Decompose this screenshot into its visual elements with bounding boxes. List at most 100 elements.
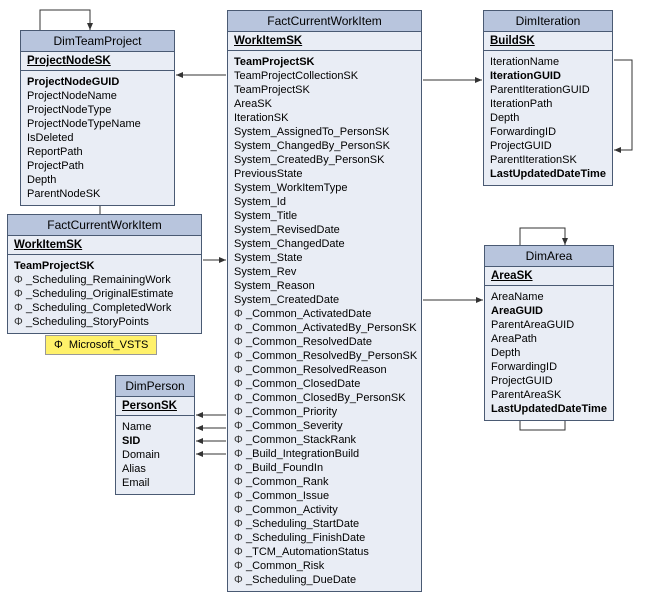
field-name: _Common_ResolvedBy_PersonSK bbox=[246, 350, 417, 362]
field-name: _Scheduling_RemainingWork bbox=[26, 274, 171, 286]
field-name: ForwardingID bbox=[491, 361, 557, 373]
field-name: _Common_Severity bbox=[246, 420, 343, 432]
field: Φ_Common_ActivatedBy_PersonSK bbox=[234, 321, 415, 335]
field-name: _Scheduling_DueDate bbox=[246, 574, 356, 586]
phi-icon: Φ bbox=[234, 517, 246, 531]
field-name: System_WorkItemType bbox=[234, 182, 348, 194]
field: IterationName bbox=[490, 55, 606, 69]
field: AreaSK bbox=[234, 97, 415, 111]
phi-icon: Φ bbox=[234, 377, 246, 391]
field-name: AreaGUID bbox=[491, 305, 543, 317]
phi-icon: Φ bbox=[234, 433, 246, 447]
phi-icon: Φ bbox=[234, 489, 246, 503]
field: System_ChangedBy_PersonSK bbox=[234, 139, 415, 153]
entity-pk: WorkItemSK bbox=[8, 236, 201, 255]
entity-fact-current-workitem-small: FactCurrentWorkItem WorkItemSK TeamProje… bbox=[7, 214, 202, 334]
field-name: _Common_ActivatedDate bbox=[246, 308, 371, 320]
field: Depth bbox=[491, 346, 607, 360]
field: Φ_Build_IntegrationBuild bbox=[234, 447, 415, 461]
field: Φ_Common_Risk bbox=[234, 559, 415, 573]
field-name: AreaSK bbox=[234, 98, 272, 110]
field-name: IterationPath bbox=[490, 98, 552, 110]
field: Φ_Common_ResolvedBy_PersonSK bbox=[234, 349, 415, 363]
field-name: ProjectNodeTypeName bbox=[27, 118, 141, 130]
field-name: _Build_FoundIn bbox=[246, 462, 323, 474]
field-name: IterationSK bbox=[234, 112, 288, 124]
entity-dim-iteration: DimIteration BuildSK IterationNameIterat… bbox=[483, 10, 613, 186]
field: IterationGUID bbox=[490, 69, 606, 83]
field: ProjectNodeName bbox=[27, 89, 168, 103]
entity-dim-area: DimArea AreaSK AreaNameAreaGUIDParentAre… bbox=[484, 245, 614, 421]
field-name: SID bbox=[122, 435, 140, 447]
field-name: _Common_Rank bbox=[246, 476, 329, 488]
entity-fields: IterationNameIterationGUIDParentIteratio… bbox=[484, 51, 612, 185]
field-name: _Scheduling_StoryPoints bbox=[26, 316, 149, 328]
phi-icon: Φ bbox=[234, 335, 246, 349]
legend-phi: Φ Microsoft_VSTS bbox=[45, 335, 157, 355]
entity-title: DimPerson bbox=[116, 376, 194, 397]
entity-fields: ProjectNodeGUIDProjectNodeNameProjectNod… bbox=[21, 71, 174, 205]
field: ProjectPath bbox=[27, 159, 168, 173]
phi-icon: Φ bbox=[234, 531, 246, 545]
field-name: _Common_ActivatedBy_PersonSK bbox=[246, 322, 417, 334]
entity-dim-team-project: DimTeamProject ProjectNodeSK ProjectNode… bbox=[20, 30, 175, 206]
field-name: ParentIterationGUID bbox=[490, 84, 590, 96]
entity-title: DimTeamProject bbox=[21, 31, 174, 52]
field-name: _Scheduling_StartDate bbox=[246, 518, 359, 530]
phi-icon: Φ bbox=[234, 307, 246, 321]
field-name: IsDeleted bbox=[27, 132, 73, 144]
field: AreaPath bbox=[491, 332, 607, 346]
field: System_Id bbox=[234, 195, 415, 209]
phi-icon: Φ bbox=[14, 273, 26, 287]
field-name: System_Rev bbox=[234, 266, 296, 278]
field: Φ_Common_ResolvedReason bbox=[234, 363, 415, 377]
field-name: _Common_Issue bbox=[246, 490, 329, 502]
field: Alias bbox=[122, 462, 188, 476]
field: IterationPath bbox=[490, 97, 606, 111]
entity-fields: TeamProjectSK TeamProjectCollectionSKTea… bbox=[228, 51, 421, 591]
field: Φ_Scheduling_FinishDate bbox=[234, 531, 415, 545]
field: System_Rev bbox=[234, 265, 415, 279]
field: Φ_Common_ActivatedDate bbox=[234, 307, 415, 321]
field-name: ParentIterationSK bbox=[490, 154, 577, 166]
field-name: _Common_ClosedDate bbox=[246, 378, 360, 390]
field: System_AssignedTo_PersonSK bbox=[234, 125, 415, 139]
field-name: _Common_ResolvedReason bbox=[246, 364, 387, 376]
field-name: ParentAreaSK bbox=[491, 389, 561, 401]
field: ReportPath bbox=[27, 145, 168, 159]
phi-icon: Φ bbox=[234, 461, 246, 475]
field: ForwardingID bbox=[490, 125, 606, 139]
phi-icon: Φ bbox=[234, 447, 246, 461]
field-name: _Scheduling_FinishDate bbox=[246, 532, 365, 544]
field: Φ_Common_StackRank bbox=[234, 433, 415, 447]
field-name: _Common_Priority bbox=[246, 406, 337, 418]
field-name: System_CreatedDate bbox=[234, 294, 339, 306]
field-name: System_State bbox=[234, 252, 302, 264]
field-name: IterationName bbox=[490, 56, 559, 68]
field: Depth bbox=[27, 173, 168, 187]
field: IterationSK bbox=[234, 111, 415, 125]
field: ProjectGUID bbox=[490, 139, 606, 153]
field: Φ_Common_Rank bbox=[234, 475, 415, 489]
field-name: ProjectNodeGUID bbox=[27, 76, 119, 88]
field: ProjectNodeType bbox=[27, 103, 168, 117]
phi-icon: Φ bbox=[234, 475, 246, 489]
phi-icon: Φ bbox=[234, 573, 246, 587]
phi-icon: Φ bbox=[14, 315, 26, 329]
field: Φ_Scheduling_CompletedWork bbox=[14, 301, 195, 315]
field: Φ_Common_Activity bbox=[234, 503, 415, 517]
field: AreaName bbox=[491, 290, 607, 304]
field: Φ_Common_ClosedDate bbox=[234, 377, 415, 391]
field-name: System_Id bbox=[234, 196, 286, 208]
field: ParentAreaGUID bbox=[491, 318, 607, 332]
field-name: System_Reason bbox=[234, 280, 315, 292]
field: Φ_Build_FoundIn bbox=[234, 461, 415, 475]
field-name: Domain bbox=[122, 449, 160, 461]
field-name: ParentAreaGUID bbox=[491, 319, 574, 331]
field-name: ProjectNodeType bbox=[27, 104, 111, 116]
phi-icon: Φ bbox=[14, 301, 26, 315]
phi-icon: Φ bbox=[234, 391, 246, 405]
field-name: System_RevisedDate bbox=[234, 224, 340, 236]
field-name: PreviousState bbox=[234, 168, 302, 180]
phi-icon: Φ bbox=[234, 363, 246, 377]
